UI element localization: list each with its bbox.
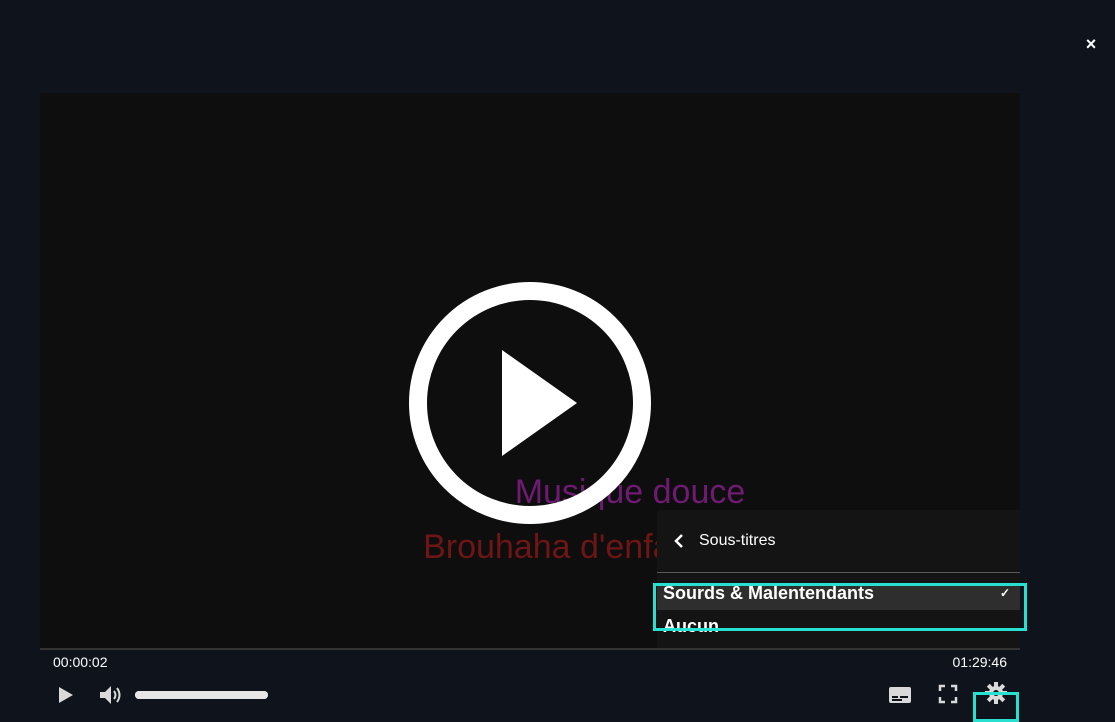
subtitle-option-label: Sourds & Malentendants [663, 583, 875, 603]
video-player-modal: × Musique douce Brouhaha d'enfants Sous-… [0, 0, 1115, 722]
play-circle-icon[interactable] [407, 280, 653, 526]
volume-level [135, 691, 268, 699]
control-bar [40, 676, 1020, 722]
chevron-left-icon [674, 534, 683, 548]
total-time: 01:29:46 [952, 654, 1008, 670]
fullscreen-icon[interactable] [938, 684, 958, 704]
progress-bar[interactable] [40, 648, 1020, 650]
time-bar: 00:00:02 01:29:46 [40, 648, 1020, 676]
check-icon: ✓ [999, 586, 1010, 600]
subtitle-option-aucun[interactable]: Aucun [657, 614, 1020, 648]
subtitle-option-label: Aucun [663, 616, 719, 636]
subtitles-menu-header[interactable]: Sous-titres [657, 510, 1020, 573]
play-icon[interactable] [58, 686, 74, 704]
volume-icon[interactable] [98, 684, 124, 706]
subtitle-option-sourds-malentendants[interactable]: Sourds & Malentendants ✓ [657, 583, 1020, 610]
video-area[interactable]: Musique douce Brouhaha d'enfants Sous-ti… [40, 93, 1020, 648]
subtitles-menu-title: Sous-titres [699, 532, 776, 549]
volume-slider[interactable] [135, 691, 268, 699]
gear-icon[interactable] [984, 681, 1008, 705]
subtitles-icon[interactable] [888, 684, 912, 706]
current-time: 00:00:02 [53, 654, 108, 670]
subtitles-menu: Sous-titres Sourds & Malentendants ✓ Auc… [657, 510, 1020, 648]
close-button[interactable]: × [1080, 33, 1102, 55]
